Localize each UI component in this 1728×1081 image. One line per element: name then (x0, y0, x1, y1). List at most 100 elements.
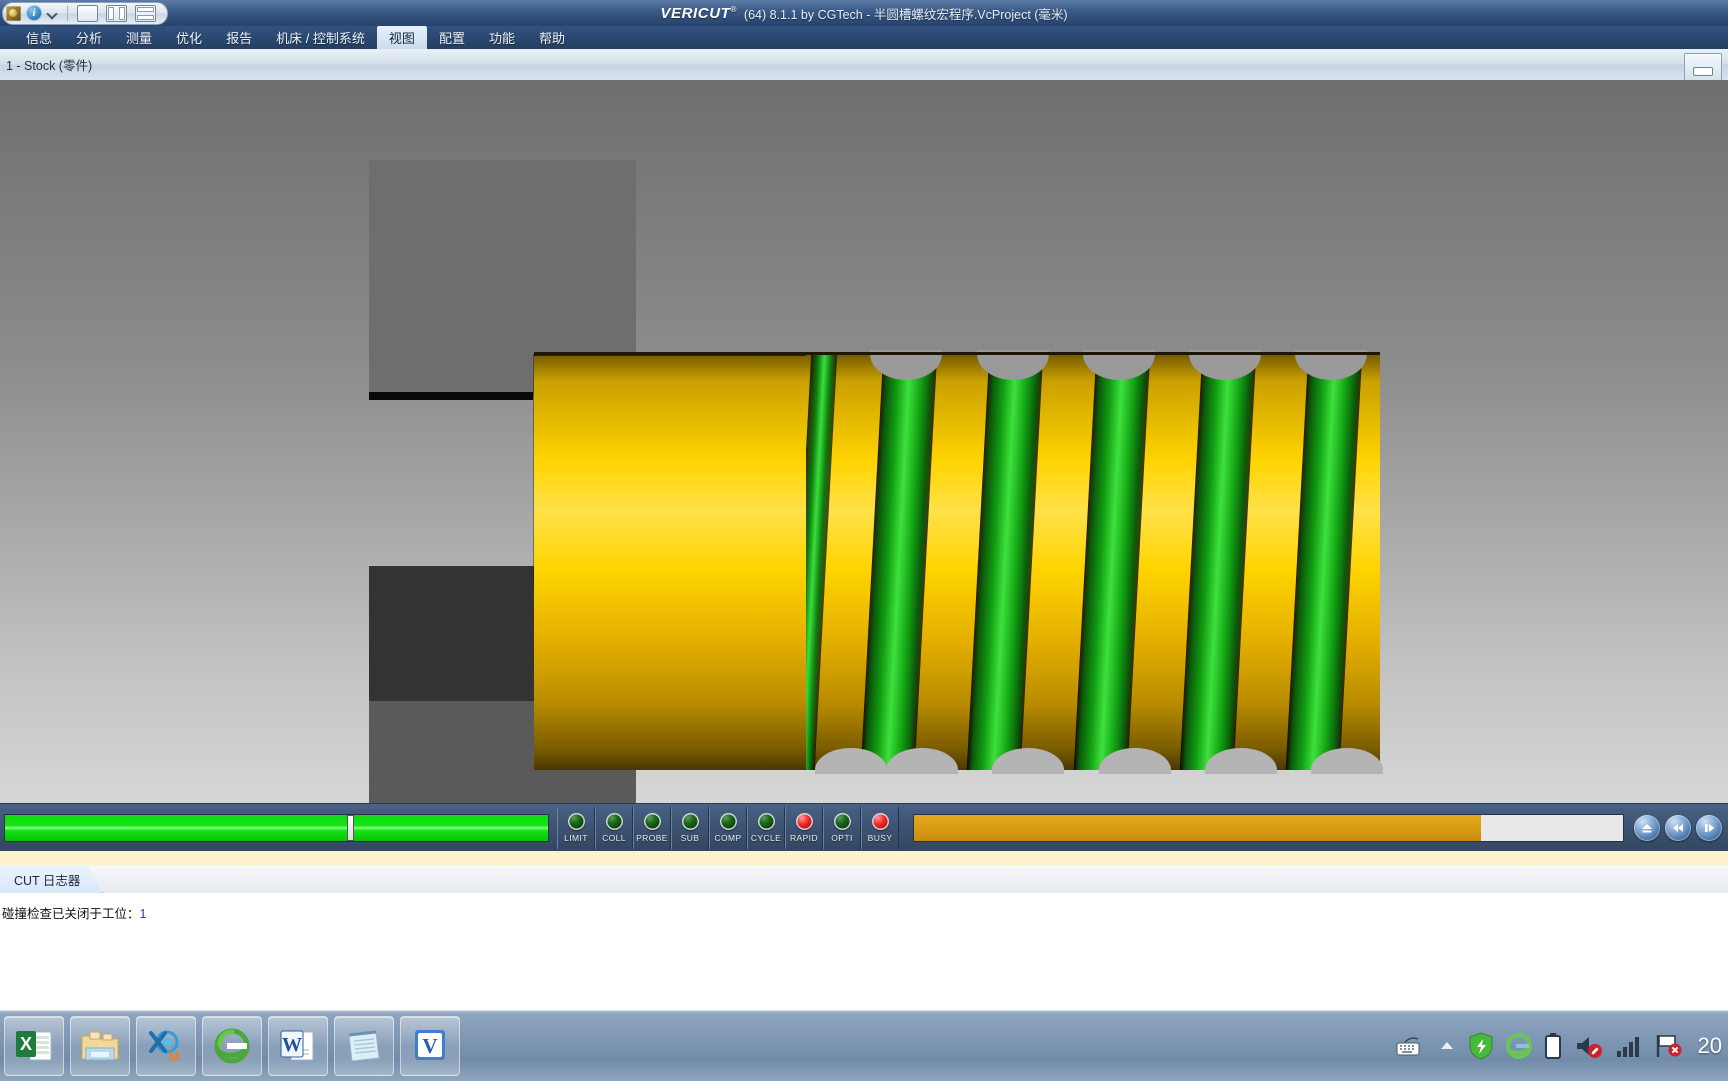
taskbar-app-word[interactable]: W (268, 1016, 328, 1076)
feed-rate-bar[interactable] (913, 814, 1624, 842)
taskbar-app-buttons: X M (0, 1016, 460, 1076)
log-message-area[interactable]: 碰撞检查已关闭于工位：1 (0, 893, 1728, 1010)
taskbar-app-excel[interactable]: X (4, 1016, 64, 1076)
status-led-rapid[interactable]: RAPID (785, 807, 823, 849)
rewind-icon (1671, 821, 1685, 835)
comp-led-label: COMP (714, 833, 741, 843)
log-entry-value: 1 (140, 907, 147, 921)
notepad-icon (342, 1026, 386, 1066)
coll-led-icon (606, 813, 623, 830)
mastercam-icon: M (145, 1025, 187, 1067)
internet-explorer-icon (211, 1025, 253, 1067)
comp-led-icon (720, 813, 737, 830)
log-tab-strip-accent (0, 851, 1728, 866)
registered-mark: ® (730, 5, 737, 14)
excel-icon: X (13, 1025, 55, 1067)
status-led-cycle[interactable]: CYCLE (747, 807, 785, 849)
menu-item-info[interactable]: 信息 (14, 26, 64, 49)
opti-led-icon (834, 813, 851, 830)
playback-controls (1634, 815, 1722, 841)
volume-muted-icon[interactable] (1574, 1033, 1604, 1059)
windows-taskbar: X M (0, 1010, 1728, 1081)
battery-icon[interactable] (1544, 1032, 1562, 1060)
vericut-application-window: i VERICUT® (64) 8.1.1 by CGTech - 半圆槽螺纹宏… (0, 0, 1728, 1080)
menu-item-measure[interactable]: 测量 (114, 26, 164, 49)
status-led-opti[interactable]: OPTI (823, 807, 861, 849)
minimize-view-button[interactable] (1684, 53, 1722, 83)
menu-item-configure[interactable]: 配置 (427, 26, 477, 49)
limit-led-icon (568, 813, 585, 830)
info-icon[interactable]: i (26, 5, 42, 21)
stock-view-title: 1 - Stock (零件) (0, 55, 92, 74)
probe-led-label: PROBE (636, 833, 668, 843)
eject-button[interactable] (1634, 815, 1660, 841)
status-led-sub[interactable]: SUB (671, 807, 709, 849)
log-tab-row: CUT 日志器 (0, 865, 1728, 894)
rewind-button[interactable] (1665, 815, 1691, 841)
stock-view-header: 1 - Stock (零件) (0, 49, 1728, 81)
status-led-coll[interactable]: COLL (595, 807, 633, 849)
vericut-app-icon[interactable] (6, 6, 21, 21)
menu-item-report[interactable]: 报告 (214, 26, 264, 49)
progress-fill (5, 815, 548, 841)
fixture-edge-dark (369, 392, 533, 400)
log-tab-label: CUT 日志器 (14, 870, 80, 889)
menu-item-machine-control[interactable]: 机床 / 控制系统 (264, 26, 377, 49)
status-led-group: LIMIT COLL PROBE SUB COMP CYCLE (557, 807, 899, 849)
folder-icon (78, 1026, 122, 1066)
network-signal-icon[interactable] (1616, 1034, 1642, 1058)
show-hidden-icons-arrow[interactable] (1438, 1039, 1456, 1053)
title-bar-toolbar: i (0, 0, 168, 26)
action-center-flag-icon[interactable] (1654, 1032, 1682, 1060)
coll-led-label: COLL (602, 833, 626, 843)
play-button[interactable] (1696, 815, 1722, 841)
progress-slider-thumb[interactable] (347, 815, 354, 841)
status-led-limit[interactable]: LIMIT (557, 807, 595, 849)
3d-simulation-viewport[interactable] (0, 80, 1728, 803)
visio-icon: V (409, 1025, 451, 1067)
feed-rate-fill (914, 815, 1481, 841)
busy-led-label: BUSY (868, 833, 893, 843)
menu-item-function[interactable]: 功能 (477, 26, 527, 49)
svg-text:V: V (422, 1034, 437, 1058)
taskbar-app-notepad[interactable] (334, 1016, 394, 1076)
layout-two-vertical-panes-button[interactable] (106, 5, 127, 22)
status-led-busy[interactable]: BUSY (861, 807, 899, 849)
security-shield-icon[interactable] (1468, 1032, 1494, 1060)
title-bar: i VERICUT® (64) 8.1.1 by CGTech - 半圆槽螺纹宏… (0, 0, 1728, 27)
menu-item-help[interactable]: 帮助 (527, 26, 577, 49)
chevron-down-icon[interactable] (47, 8, 58, 19)
simulation-progress-slider[interactable] (4, 814, 549, 842)
status-led-comp[interactable]: COMP (709, 807, 747, 849)
window-title: (64) 8.1.1 by CGTech - 半圆槽螺纹宏程序.VcProjec… (744, 4, 1068, 23)
opti-led-label: OPTI (831, 833, 852, 843)
busy-led-icon (872, 813, 889, 830)
log-panel: CUT 日志器 碰撞检查已关闭于工位：1 (0, 851, 1728, 1010)
ime-keyboard-icon[interactable] (1396, 1035, 1426, 1057)
layout-single-pane-button[interactable] (77, 5, 98, 22)
taskbar-app-visio[interactable]: V (400, 1016, 460, 1076)
menu-item-optimize[interactable]: 优化 (164, 26, 214, 49)
tab-vericut-logger[interactable]: CUT 日志器 (0, 865, 103, 893)
rapid-led-icon (796, 813, 813, 830)
menu-item-view[interactable]: 视图 (377, 26, 427, 49)
layout-two-horizontal-panes-button[interactable] (135, 5, 156, 22)
workpiece-plain-shank (534, 352, 806, 770)
status-led-probe[interactable]: PROBE (633, 807, 671, 849)
viewport-scene (0, 80, 1728, 803)
toolbar-divider (67, 6, 68, 21)
vericut-brand-label: VERICUT® (660, 5, 737, 22)
taskbar-app-file-explorer[interactable] (70, 1016, 130, 1076)
taskbar-clock[interactable]: 20 (1694, 1033, 1722, 1059)
word-icon: W (277, 1025, 319, 1067)
workpiece-threaded-shaft (534, 352, 1380, 770)
svg-text:M: M (169, 1049, 180, 1064)
cycle-led-label: CYCLE (751, 833, 781, 843)
rapid-led-label: RAPID (790, 833, 818, 843)
quick-access-toolbar: i (2, 2, 168, 25)
menu-item-analysis[interactable]: 分析 (64, 26, 114, 49)
workpiece-top-edge (534, 352, 1380, 355)
taskbar-app-mastercam[interactable]: M (136, 1016, 196, 1076)
taskbar-app-internet-explorer[interactable] (202, 1016, 262, 1076)
browser-icon[interactable] (1506, 1033, 1532, 1059)
